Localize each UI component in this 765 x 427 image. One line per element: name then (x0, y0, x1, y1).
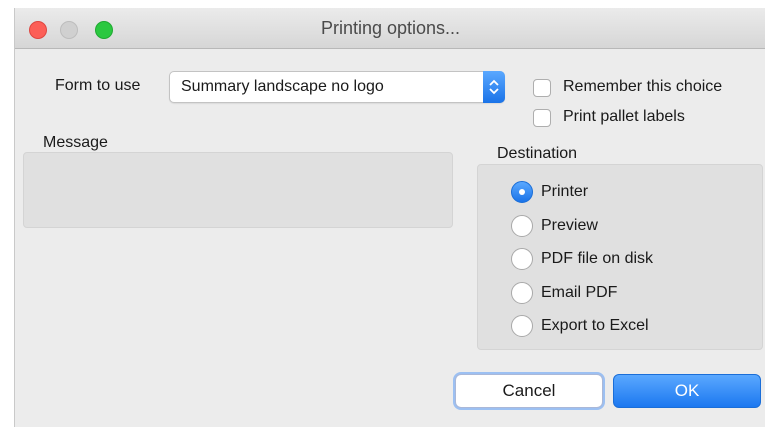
print-pallet-labels-label: Print pallet labels (563, 108, 685, 125)
radio-export-to-excel-label[interactable]: Export to Excel (541, 317, 649, 335)
radio-email-pdf-label[interactable]: Email PDF (541, 284, 617, 302)
radio-email-pdf[interactable] (511, 282, 533, 304)
printing-options-dialog: Printing options... Form to use Summary … (14, 8, 765, 427)
message-label: Message (43, 134, 108, 151)
destination-label: Destination (497, 145, 578, 162)
message-field[interactable] (23, 152, 453, 228)
form-select-value: Summary landscape no logo (181, 78, 384, 95)
ok-button[interactable]: OK (613, 374, 761, 408)
radio-preview-label[interactable]: Preview (541, 217, 598, 235)
radio-export-to-excel[interactable] (511, 315, 533, 337)
radio-printer-label[interactable]: Printer (541, 183, 588, 201)
form-to-use-label: Form to use (55, 77, 141, 94)
form-select[interactable]: Summary landscape no logo (169, 71, 505, 103)
radio-pdf-file-on-disk[interactable] (511, 248, 533, 270)
window-title: Printing options... (320, 18, 461, 38)
select-arrows-icon[interactable] (483, 71, 505, 103)
remember-choice-label: Remember this choice (563, 78, 723, 95)
cancel-button[interactable]: Cancel (455, 374, 603, 408)
title-bar[interactable]: Printing options... (15, 8, 765, 49)
radio-preview[interactable] (511, 215, 533, 237)
radio-pdf-file-on-disk-label[interactable]: PDF file on disk (541, 250, 653, 268)
remember-choice-checkbox[interactable] (533, 79, 551, 97)
radio-printer[interactable] (511, 181, 533, 203)
print-pallet-labels-checkbox[interactable] (533, 109, 551, 127)
